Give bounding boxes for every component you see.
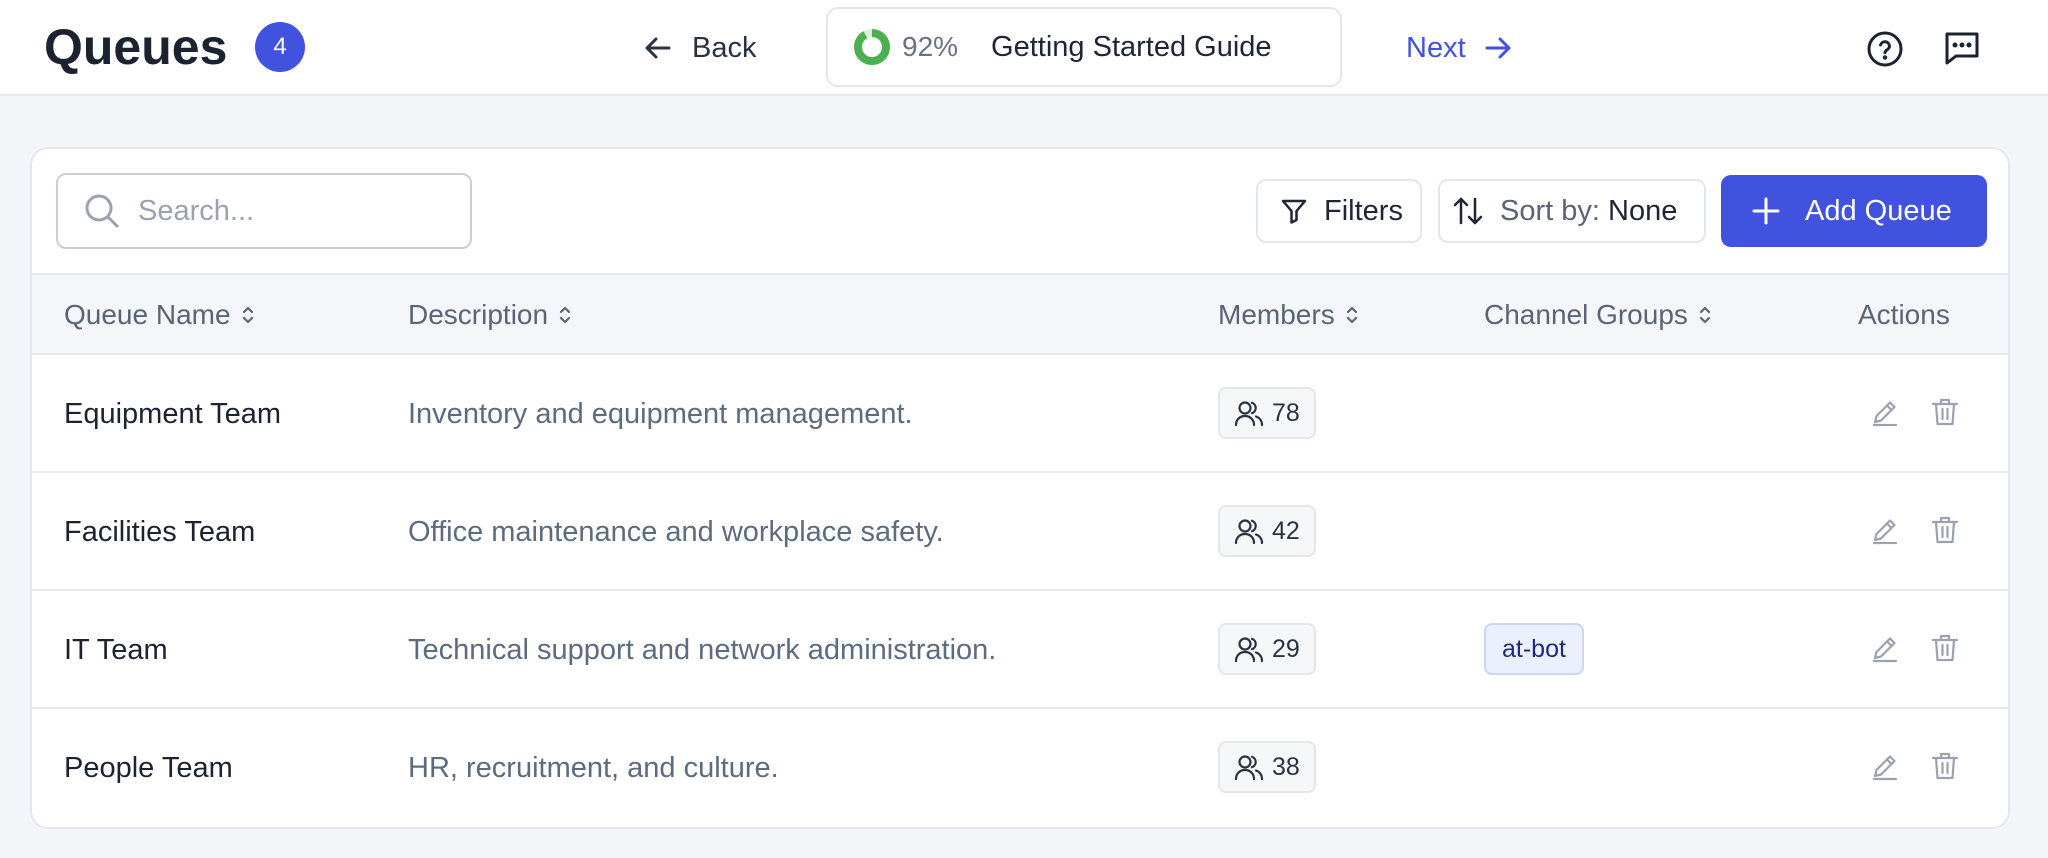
sort-value: None [1608,194,1678,227]
members-value: 78 [1272,398,1300,427]
back-label: Back [692,31,757,64]
sort-button[interactable]: Sort by: None [1438,179,1706,243]
pencil-icon [1870,397,1900,427]
channel-group-tag: at-bot [1484,623,1584,675]
table-row: Facilities Team Office maintenance and w… [32,473,2008,591]
table-header: Queue Name Description Members Channel G… [32,273,2008,355]
column-header-channel-groups[interactable]: Channel Groups [1484,275,1712,355]
sort-caret-icon [1345,302,1359,328]
queue-description: HR, recruitment, and culture. [408,751,779,784]
column-label: Description [408,299,549,330]
page-title: Queues [44,19,228,75]
sort-arrows-icon [1452,195,1484,227]
members-count: 29 [1218,623,1316,675]
members-count: 42 [1218,505,1316,557]
members-count: 78 [1218,387,1316,439]
queue-name: Facilities Team [64,515,256,548]
members-value: 42 [1272,516,1300,545]
users-icon [1234,752,1264,782]
edit-button[interactable] [1870,397,1900,427]
add-queue-button[interactable]: Add Queue [1721,175,1987,247]
sort-label: Sort by: None [1500,195,1677,228]
column-header-description[interactable]: Description [408,275,572,355]
trash-icon [1930,633,1960,663]
add-queue-label: Add Queue [1805,194,1952,227]
edit-button[interactable] [1870,751,1900,781]
filters-label: Filters [1324,194,1403,227]
getting-started-guide-button[interactable]: 92% Getting Started Guide [826,7,1342,87]
queues-card: Filters Sort by: None Add Queue Queue Na… [30,147,2010,829]
chat-bubble-icon[interactable] [1942,28,1982,68]
sort-caret-icon [241,302,255,328]
delete-button[interactable] [1930,515,1960,545]
column-label: Queue Name [64,299,231,330]
plus-icon [1751,196,1781,226]
column-header-queue-name[interactable]: Queue Name [64,275,255,355]
column-label: Actions [1858,299,1950,330]
filters-button[interactable]: Filters [1256,179,1422,243]
queue-name: IT Team [64,633,168,666]
queue-description: Office maintenance and workplace safety. [408,515,944,548]
column-label: Members [1218,299,1335,330]
users-icon [1234,516,1264,546]
trash-icon [1930,751,1960,781]
sort-prefix: Sort by: [1500,194,1600,227]
guide-progress-percent: 92% [902,31,959,62]
members-value: 29 [1272,634,1300,663]
top-header: Queues 4 Back 92% Getting Started Guide … [0,0,2048,96]
delete-button[interactable] [1930,633,1960,663]
arrow-right-icon [1482,32,1514,64]
column-header-members[interactable]: Members [1218,275,1359,355]
progress-ring-icon [852,27,892,67]
pencil-icon [1870,515,1900,545]
members-count: 38 [1218,741,1316,793]
question-circle-icon[interactable] [1866,30,1904,68]
queue-name: People Team [64,751,233,784]
users-icon [1234,634,1264,664]
table-row: People Team HR, recruitment, and culture… [32,709,2008,827]
table-row: Equipment Team Inventory and equipment m… [32,355,2008,473]
members-value: 38 [1272,752,1300,781]
search-icon [84,193,120,229]
delete-button[interactable] [1930,751,1960,781]
queue-description: Technical support and network administra… [408,633,997,666]
pencil-icon [1870,751,1900,781]
users-icon [1234,398,1264,428]
column-label: Channel Groups [1484,299,1688,330]
delete-button[interactable] [1930,397,1960,427]
queue-name: Equipment Team [64,397,282,430]
queue-description: Inventory and equipment management. [408,397,913,430]
next-label: Next [1406,31,1466,64]
search-input[interactable] [138,194,438,228]
queue-count-badge: 4 [255,22,305,72]
pencil-icon [1870,633,1900,663]
sort-caret-icon [1698,302,1712,328]
arrow-left-icon [642,32,674,64]
column-header-actions: Actions [1858,275,1950,355]
edit-button[interactable] [1870,515,1900,545]
trash-icon [1930,397,1960,427]
filter-icon [1280,197,1308,225]
edit-button[interactable] [1870,633,1900,663]
next-button[interactable]: Next [1406,26,1514,70]
back-button[interactable]: Back [642,26,756,70]
table-row: IT Team Technical support and network ad… [32,591,2008,709]
sort-caret-icon [558,302,572,328]
guide-title: Getting Started Guide [991,30,1272,63]
search-box[interactable] [56,173,472,249]
trash-icon [1930,515,1960,545]
